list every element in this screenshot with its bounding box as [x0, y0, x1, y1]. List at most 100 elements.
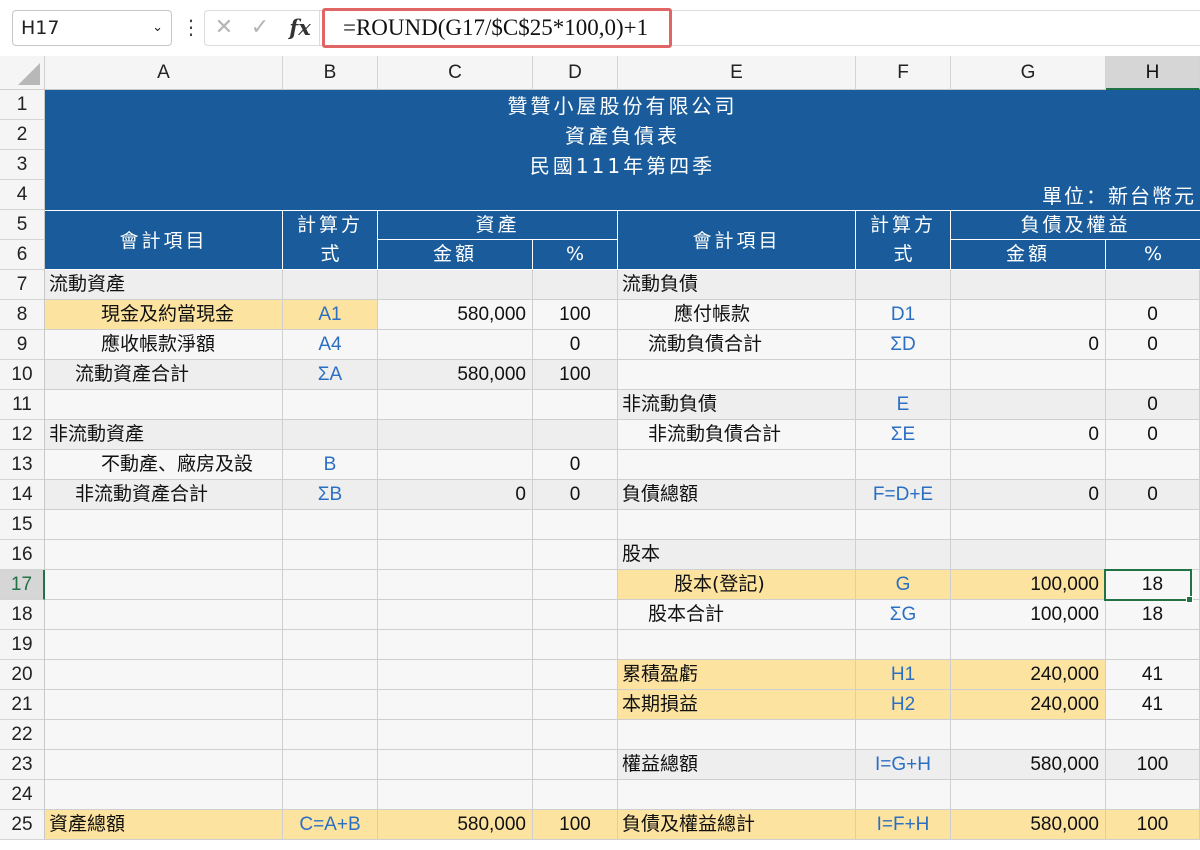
cell-g7[interactable] — [951, 270, 1106, 300]
cell-d24[interactable] — [533, 780, 618, 810]
cell-g14[interactable]: 0 — [951, 480, 1106, 510]
cell-h12[interactable]: 0 — [1106, 420, 1200, 450]
worksheet[interactable]: A B C D E F G H 1 2 3 4 5 6 7 8 9 10 11 … — [0, 56, 1200, 850]
row-header-18[interactable]: 18 — [0, 600, 45, 630]
cell-b9[interactable]: A4 — [283, 330, 378, 360]
cancel-icon[interactable]: ✕ — [209, 11, 239, 45]
cell-a25[interactable]: 資產總額 — [45, 810, 283, 840]
cell-d22[interactable] — [533, 720, 618, 750]
cell-f22[interactable] — [856, 720, 951, 750]
cell-f8[interactable]: D1 — [856, 300, 951, 330]
row-header-6[interactable]: 6 — [0, 240, 45, 270]
row-header-14[interactable]: 14 — [0, 480, 45, 510]
cell-f10[interactable] — [856, 360, 951, 390]
row-header-16[interactable]: 16 — [0, 540, 45, 570]
cell-b21[interactable] — [283, 690, 378, 720]
cell-b19[interactable] — [283, 630, 378, 660]
cell-b24[interactable] — [283, 780, 378, 810]
cell-e11[interactable]: 非流動負債 — [618, 390, 856, 420]
cell-f24[interactable] — [856, 780, 951, 810]
cell-c11[interactable] — [378, 390, 533, 420]
cell-h16[interactable] — [1106, 540, 1200, 570]
header-pct-right[interactable]: % — [1106, 240, 1200, 270]
row-header-13[interactable]: 13 — [0, 450, 45, 480]
cell-e9[interactable]: 流動負債合計 — [618, 330, 856, 360]
cell-c8[interactable]: 580,000 — [378, 300, 533, 330]
header-calc-right-1[interactable]: 計算方 — [856, 210, 951, 240]
more-options-icon[interactable]: ⋮ — [181, 10, 201, 46]
header-amount-right[interactable]: 金額 — [951, 240, 1106, 270]
cell-a13[interactable]: 不動產、廠房及設 — [45, 450, 283, 480]
cell-c18[interactable] — [378, 600, 533, 630]
cell-b7[interactable] — [283, 270, 378, 300]
cell-f12[interactable]: ΣE — [856, 420, 951, 450]
cell-f14[interactable]: F=D+E — [856, 480, 951, 510]
cell-d16[interactable] — [533, 540, 618, 570]
cell-b25[interactable]: C=A+B — [283, 810, 378, 840]
cell-g9[interactable]: 0 — [951, 330, 1106, 360]
cell-a17[interactable] — [45, 570, 283, 600]
cell-e20[interactable]: 累積盈虧 — [618, 660, 856, 690]
cell-a19[interactable] — [45, 630, 283, 660]
cell-e24[interactable] — [618, 780, 856, 810]
header-amount-left[interactable]: 金額 — [378, 240, 533, 270]
row-header-23[interactable]: 23 — [0, 750, 45, 780]
cell-g18[interactable]: 100,000 — [951, 600, 1106, 630]
cell-g17[interactable]: 100,000 — [951, 570, 1106, 600]
cell-c22[interactable] — [378, 720, 533, 750]
cell-a24[interactable] — [45, 780, 283, 810]
cell-e18[interactable]: 股本合計 — [618, 600, 856, 630]
row-header-15[interactable]: 15 — [0, 510, 45, 540]
cell-b23[interactable] — [283, 750, 378, 780]
cell-h19[interactable] — [1106, 630, 1200, 660]
column-header-f[interactable]: F — [856, 56, 951, 90]
cell-f17[interactable]: G — [856, 570, 951, 600]
cell-d12[interactable] — [533, 420, 618, 450]
cell-e25[interactable]: 負債及權益總計 — [618, 810, 856, 840]
row-header-12[interactable]: 12 — [0, 420, 45, 450]
check-icon[interactable]: ✓ — [245, 11, 275, 45]
cell-e17[interactable]: 股本(登記) — [618, 570, 856, 600]
cell-b15[interactable] — [283, 510, 378, 540]
cell-d23[interactable] — [533, 750, 618, 780]
cell-a15[interactable] — [45, 510, 283, 540]
cell-b18[interactable] — [283, 600, 378, 630]
header-calc-right-2[interactable]: 式 — [856, 240, 951, 270]
cell-g23[interactable]: 580,000 — [951, 750, 1106, 780]
cell-d9[interactable]: 0 — [533, 330, 618, 360]
cell-c7[interactable] — [378, 270, 533, 300]
cell-g16[interactable] — [951, 540, 1106, 570]
cell-d25[interactable]: 100 — [533, 810, 618, 840]
cell-f9[interactable]: ΣD — [856, 330, 951, 360]
cell-h7[interactable] — [1106, 270, 1200, 300]
cell-b12[interactable] — [283, 420, 378, 450]
cell-f13[interactable] — [856, 450, 951, 480]
cell-a21[interactable] — [45, 690, 283, 720]
cell-b11[interactable] — [283, 390, 378, 420]
cell-d18[interactable] — [533, 600, 618, 630]
cell-e7[interactable]: 流動負債 — [618, 270, 856, 300]
row-header-1[interactable]: 1 — [0, 90, 45, 120]
cell-d14[interactable]: 0 — [533, 480, 618, 510]
cell-e10[interactable] — [618, 360, 856, 390]
cell-h24[interactable] — [1106, 780, 1200, 810]
cell-b8[interactable]: A1 — [283, 300, 378, 330]
cell-b20[interactable] — [283, 660, 378, 690]
cell-e12[interactable]: 非流動負債合計 — [618, 420, 856, 450]
fill-handle[interactable] — [1186, 596, 1193, 603]
cell-a22[interactable] — [45, 720, 283, 750]
cell-h11[interactable]: 0 — [1106, 390, 1200, 420]
cell-e8[interactable]: 應付帳款 — [618, 300, 856, 330]
cell-h15[interactable] — [1106, 510, 1200, 540]
cell-f25[interactable]: I=F+H — [856, 810, 951, 840]
cell-b17[interactable] — [283, 570, 378, 600]
cell-f7[interactable] — [856, 270, 951, 300]
cell-a23[interactable] — [45, 750, 283, 780]
cell-c25[interactable]: 580,000 — [378, 810, 533, 840]
row-header-9[interactable]: 9 — [0, 330, 45, 360]
header-calc-left-2[interactable]: 式 — [283, 240, 378, 270]
cell-g21[interactable]: 240,000 — [951, 690, 1106, 720]
cell-g20[interactable]: 240,000 — [951, 660, 1106, 690]
cell-c14[interactable]: 0 — [378, 480, 533, 510]
row-header-19[interactable]: 19 — [0, 630, 45, 660]
